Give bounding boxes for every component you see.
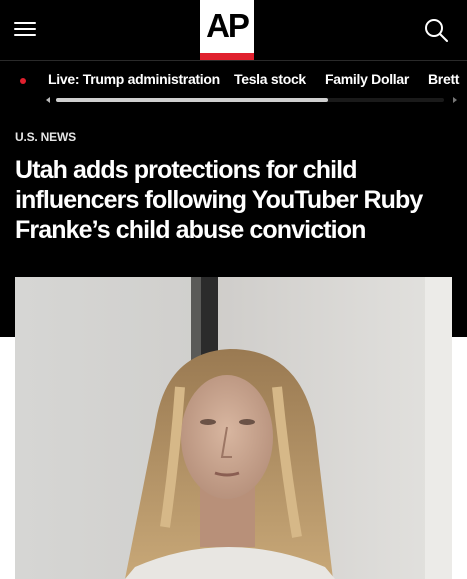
trending-link-tesla[interactable]: Tesla stock [234,71,306,87]
site-header: AP [0,0,467,60]
logo-text: AP [206,7,250,44]
article-lead-photo[interactable] [15,277,452,579]
scroll-left-arrow-icon[interactable] [46,97,50,103]
scroll-right-arrow-icon[interactable] [453,97,457,103]
article-headline: Utah adds protections for child influenc… [15,156,423,244]
hamburger-menu-icon[interactable] [14,20,36,38]
section-label[interactable]: U.S. NEWS [15,130,76,144]
trending-link-live[interactable]: Live: Trump administration [48,71,220,87]
ap-logo[interactable]: AP [200,0,254,60]
search-icon[interactable] [424,18,448,42]
live-indicator-icon [20,78,26,84]
trending-nav: Live: Trump administration Tesla stock F… [0,61,467,111]
trending-link-brett[interactable]: Brett [428,71,459,87]
trending-link-family-dollar[interactable]: Family Dollar [325,71,409,87]
logo-red-bar [200,53,254,60]
horizontal-scrollbar-thumb[interactable] [56,98,328,102]
